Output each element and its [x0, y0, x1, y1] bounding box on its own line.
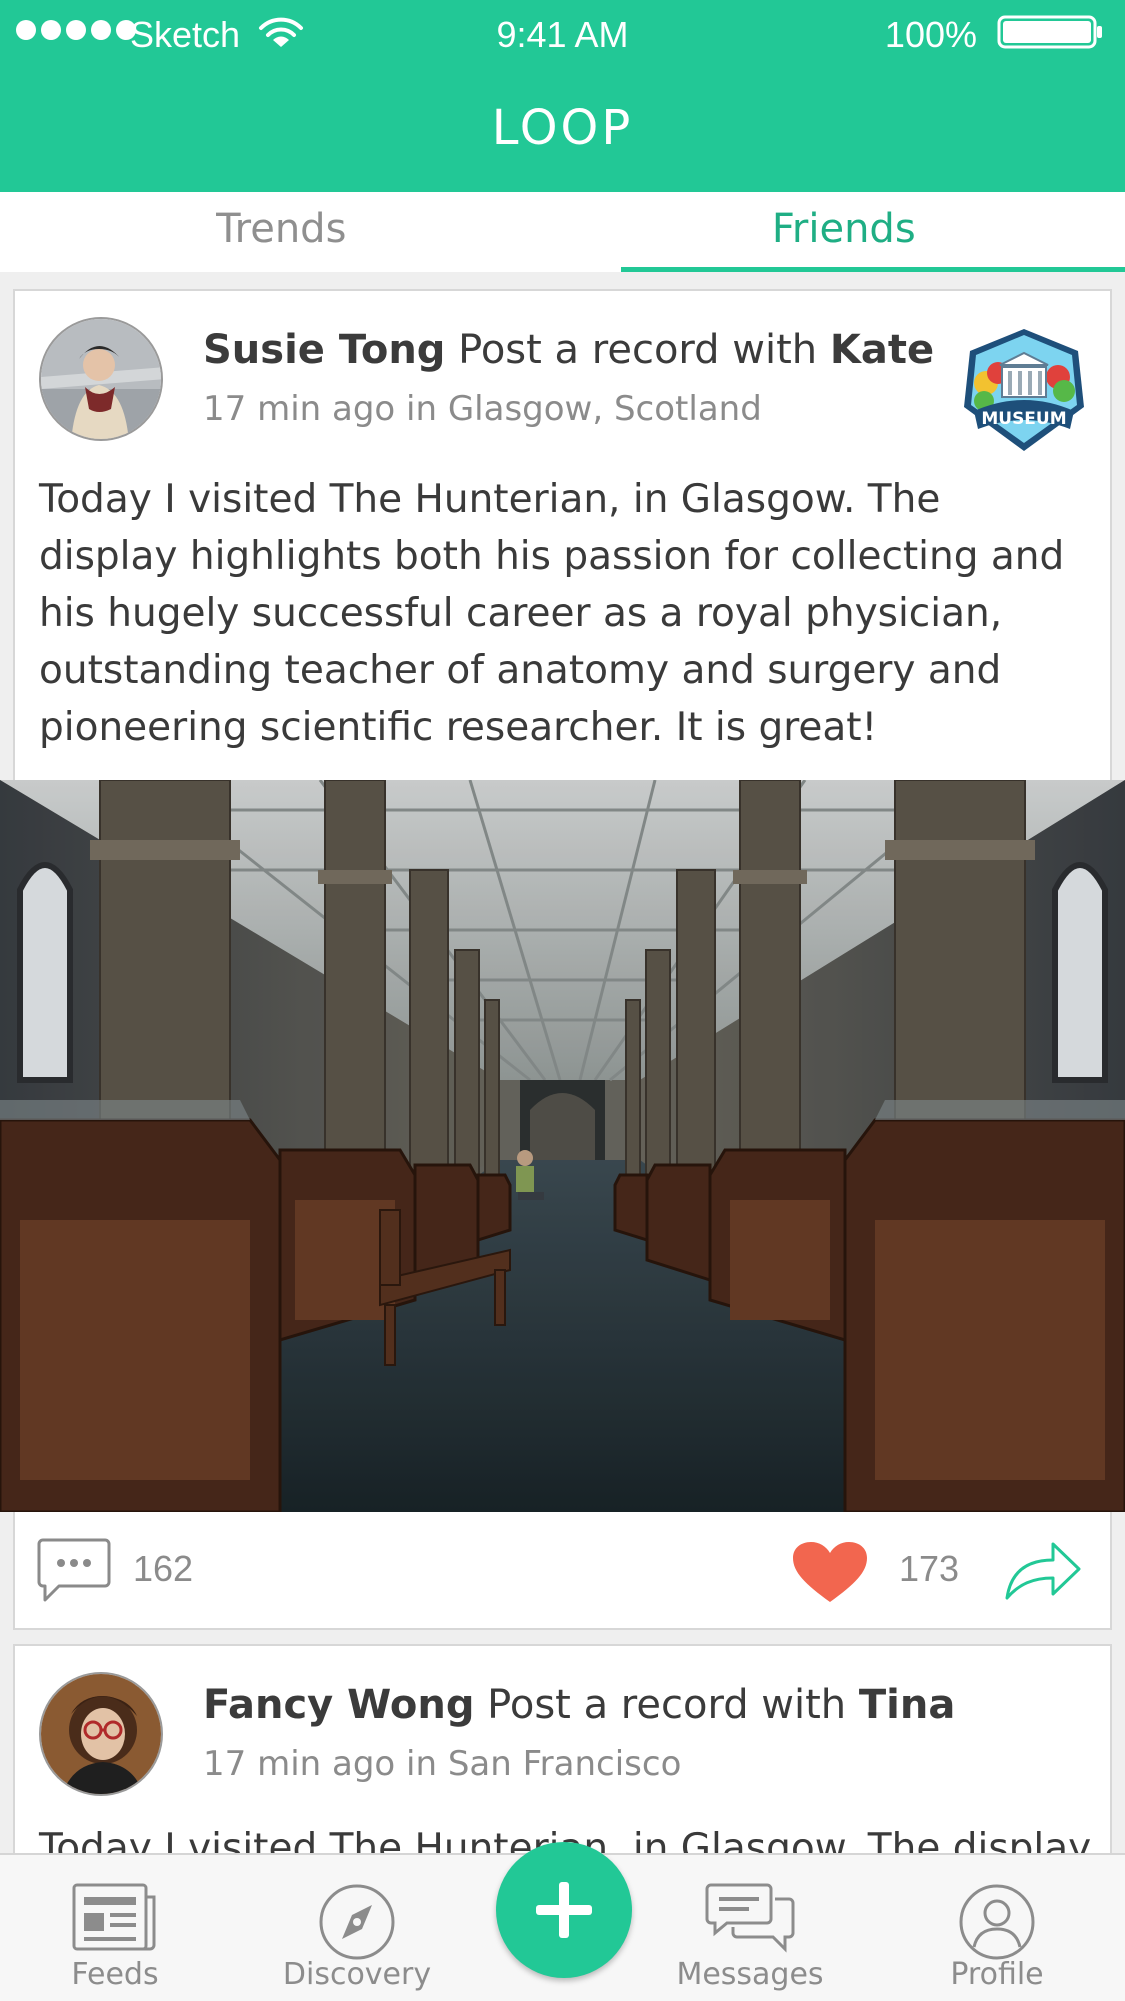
tab-trends[interactable]: Trends — [0, 192, 563, 272]
tabbar-item-messages[interactable]: Messages — [650, 1855, 850, 2001]
like-count: 173 — [899, 1548, 960, 1589]
feed-tabs: Trends Friends — [0, 192, 1125, 272]
comment-icon[interactable] — [37, 1536, 111, 1604]
add-post-button[interactable] — [496, 1842, 632, 1978]
svg-text:MUSEUM: MUSEUM — [981, 409, 1066, 429]
post-actions: 162 173 — [15, 1512, 1110, 1630]
tabbar-item-feeds[interactable]: Feeds — [15, 1855, 215, 2001]
post-action-text: Post a record with — [458, 327, 818, 373]
heart-icon[interactable] — [791, 1540, 869, 1604]
plus-icon — [536, 1882, 592, 1938]
chat-bubbles-icon — [705, 1883, 795, 1953]
tagged-friend[interactable]: Tina — [859, 1682, 955, 1728]
post-action-text: Post a record with — [487, 1682, 847, 1728]
tagged-friend[interactable]: Kate — [830, 327, 934, 373]
museum-badge-icon[interactable]: MUSEUM — [960, 325, 1088, 455]
tabbar-label: Feeds — [71, 1957, 159, 1992]
post-body-text: Today I visited The Hunterian, in Glasgo… — [39, 477, 1065, 750]
post-photo[interactable] — [0, 780, 1125, 1512]
battery-icon — [997, 15, 1102, 49]
avatar[interactable] — [39, 1672, 163, 1796]
newspaper-icon — [72, 1883, 156, 1951]
app-screen: Sketch 9:41 AM 100% LOOP Trends Friends — [0, 0, 1125, 2001]
post-time-location: 17 min ago in Glasgow, Scotland — [203, 389, 762, 429]
post-header: Fancy Wong Post a record with Tina — [203, 1682, 955, 1728]
user-icon — [959, 1884, 1035, 1960]
tabbar-label: Messages — [676, 1957, 824, 1992]
tabbar-item-discovery[interactable]: Discovery — [257, 1855, 457, 2001]
top-header: Sketch 9:41 AM 100% LOOP — [0, 0, 1125, 192]
avatar[interactable] — [39, 317, 163, 441]
status-bar: Sketch 9:41 AM 100% — [0, 0, 1125, 68]
comment-count: 162 — [133, 1548, 194, 1589]
share-icon[interactable] — [1003, 1540, 1083, 1602]
author-name[interactable]: Susie Tong — [203, 327, 445, 373]
tabbar-item-profile[interactable]: Profile — [897, 1855, 1097, 2001]
post-time-location: 17 min ago in San Francisco — [203, 1744, 682, 1784]
post-header: Susie Tong Post a record with Kate — [203, 327, 934, 373]
tabbar-label: Profile — [950, 1957, 1044, 1992]
author-name[interactable]: Fancy Wong — [203, 1682, 474, 1728]
battery-percentage: 100% — [884, 14, 977, 55]
tabbar-label: Discovery — [282, 1957, 432, 1992]
tab-friends[interactable]: Friends — [563, 192, 1125, 272]
post-card[interactable]: Susie Tong Post a record with Kate 17 mi… — [0, 289, 1125, 1630]
app-title: LOOP — [491, 100, 634, 156]
compass-icon — [319, 1884, 395, 1960]
